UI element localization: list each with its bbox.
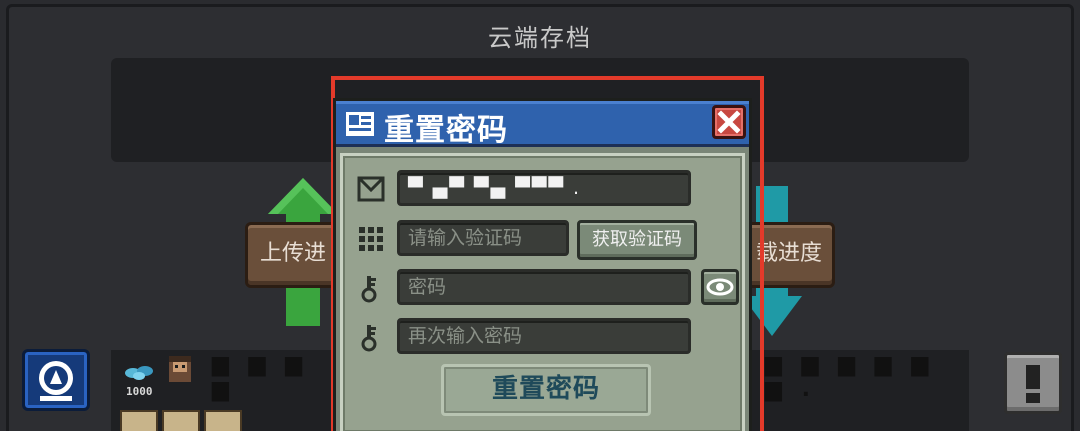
- inventory-tile: [162, 410, 200, 431]
- key-icon: [361, 325, 377, 352]
- character-avatar-icon: [169, 356, 191, 382]
- inventory-tile: [204, 410, 242, 431]
- verification-code-input[interactable]: 请输入验证码: [397, 220, 569, 256]
- page-title: 云端存档: [488, 24, 592, 52]
- mail-icon: [357, 176, 385, 202]
- inventory-tile: [120, 410, 158, 431]
- coin-count: 1000: [126, 385, 153, 398]
- id-card-icon: [346, 112, 374, 136]
- dialog-body: ▀ ▄▀ ▀▄ ▀▀▀ . 请输入验证码 获取验证码 密码 再次输入密码 重置密…: [340, 153, 745, 431]
- keypad-icon: [359, 227, 383, 251]
- reset-password-dialog: 重置密码 ▀ ▄▀ ▀▄ ▀▀▀ . 请输入验证码 获取验证码 密码 再次输入密…: [333, 98, 752, 431]
- game-logo-button[interactable]: [22, 349, 90, 411]
- reset-password-button[interactable]: 重置密码: [441, 364, 651, 416]
- gem-icon: [125, 366, 153, 380]
- exclamation-icon: [1026, 365, 1040, 403]
- password-input[interactable]: 密码: [397, 269, 691, 305]
- account-value: ▀ ▄▀ ▀▄ ▀▀▀ .: [408, 177, 582, 199]
- alert-button[interactable]: [1004, 352, 1062, 414]
- confirm-password-input[interactable]: 再次输入密码: [397, 318, 691, 354]
- logo-icon: [39, 361, 73, 401]
- close-icon: [717, 110, 741, 134]
- toggle-password-visibility-button[interactable]: [701, 269, 739, 305]
- dialog-title: 重置密码: [384, 113, 508, 148]
- upload-progress-button[interactable]: 上传进: [245, 222, 340, 288]
- key-icon: [361, 276, 377, 303]
- get-code-button[interactable]: 获取验证码: [577, 220, 697, 260]
- obscured-text-left: ▆ ▆ ▆ ▆: [212, 352, 322, 402]
- account-field[interactable]: ▀ ▄▀ ▀▄ ▀▀▀ .: [397, 170, 691, 206]
- obscured-text-right: ▆ ▆ ▆ ▆ ▆ ▆ .: [765, 352, 970, 402]
- close-button[interactable]: [712, 105, 746, 139]
- eye-icon: [706, 278, 734, 296]
- dialog-header: 重置密码: [336, 101, 749, 148]
